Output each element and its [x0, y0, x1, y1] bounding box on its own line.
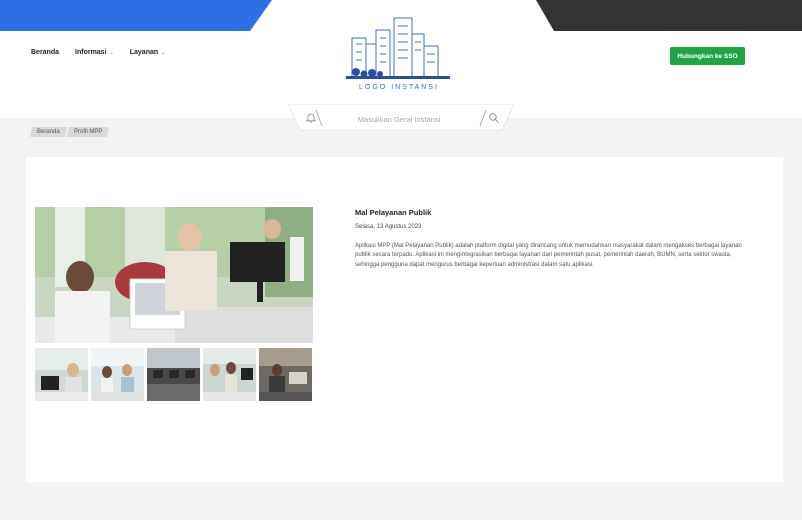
description: Aplikasi MPP (Mal Pelayanan Publik) adal… [355, 243, 742, 268]
connect-sso-button[interactable]: Hubungkan ke SSO [670, 47, 745, 65]
breadcrumb-label: Beranda [37, 129, 60, 135]
page-title: Mal Pelayanan Publik [355, 208, 432, 217]
nav-layanan[interactable]: Layanan ⌄ [130, 49, 166, 56]
breadcrumb-item-profil-mpp[interactable]: Profil MPP [66, 127, 110, 137]
thumbnail-3[interactable] [147, 348, 200, 401]
nav-beranda[interactable]: Beranda [31, 49, 59, 56]
breadcrumb: Beranda Profil MPP [29, 127, 110, 137]
nav-label: Informasi [75, 49, 107, 56]
info-section: Mal Pelayanan Publik Selasa, 13 Agustus … [355, 208, 745, 270]
publish-date: Selasa, 13 Agustus 2023 [355, 224, 422, 230]
search-icon[interactable] [488, 112, 500, 124]
search-bar [288, 104, 514, 134]
search-input[interactable] [334, 112, 464, 126]
thumbnail-gallery [35, 348, 312, 401]
thumbnail-2[interactable] [91, 348, 144, 401]
header: Beranda Informasi ⌄ Layanan ⌄ LOGO INSTA… [0, 0, 802, 131]
chevron-down-icon: ⌄ [161, 49, 166, 56]
nav-label: Beranda [31, 49, 60, 56]
main-nav: Beranda Informasi ⌄ Layanan ⌄ [31, 49, 165, 56]
thumbnail-1[interactable] [35, 348, 88, 401]
breadcrumb-item-beranda[interactable]: Beranda [29, 127, 67, 137]
thumbnail-4[interactable] [203, 348, 256, 401]
nav-label: Layanan [129, 49, 159, 56]
breadcrumb-label: Profil MPP [73, 129, 103, 135]
bell-icon[interactable] [305, 112, 317, 124]
thumbnail-5[interactable] [259, 348, 312, 401]
main-photo[interactable] [35, 207, 313, 343]
logo-text: LOGO INSTANSI [359, 84, 439, 91]
chevron-down-icon: ⌄ [109, 49, 114, 56]
nav-informasi[interactable]: Informasi ⌄ [75, 49, 114, 56]
